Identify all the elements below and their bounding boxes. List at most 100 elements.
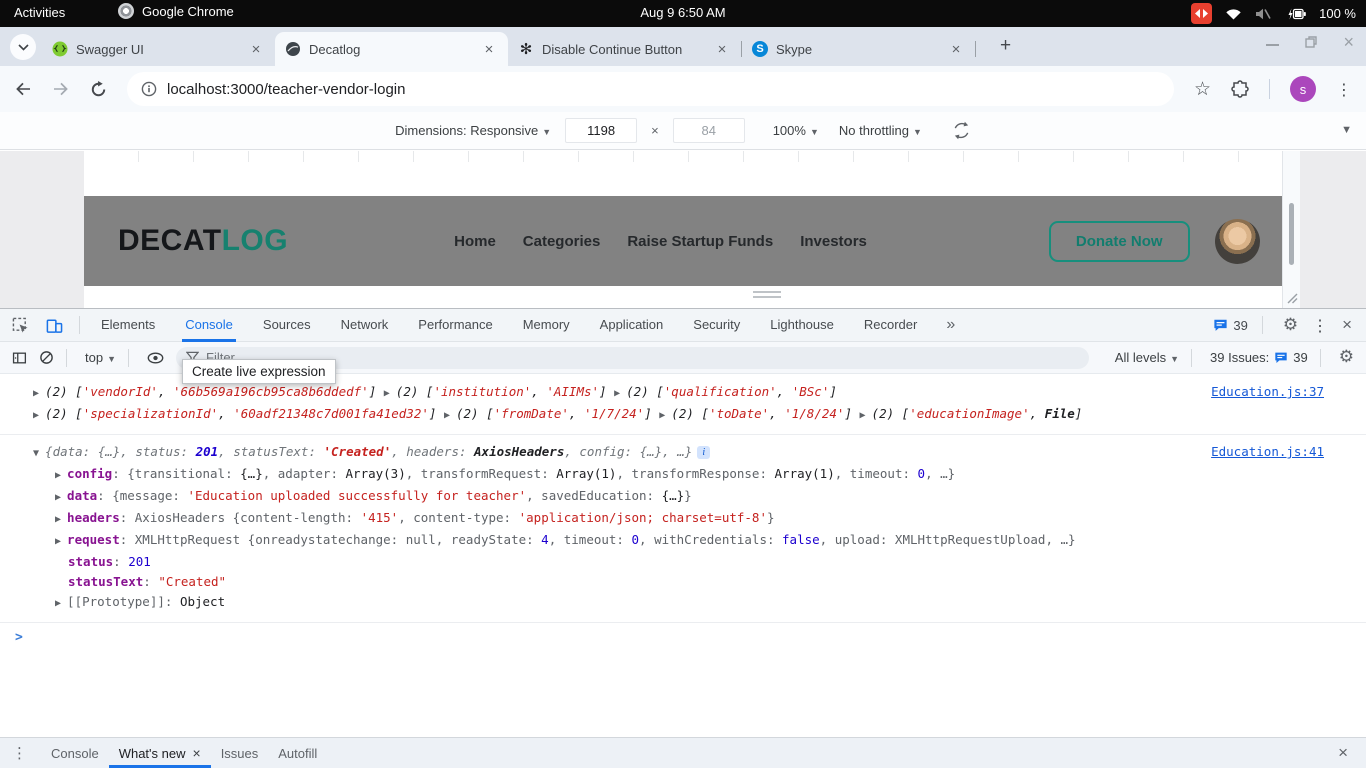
console-text: , withCredentials: <box>639 532 782 547</box>
issues-counter[interactable]: 39 Issues: 39 <box>1210 350 1308 365</box>
drawer-tab-close-button[interactable]: × <box>193 745 201 761</box>
clear-console-icon[interactable] <box>39 350 54 365</box>
dimensions-times-label: × <box>651 123 659 138</box>
console-text: false <box>782 532 820 547</box>
devtools-menu-kebab-icon[interactable]: ⋮ <box>1312 316 1328 335</box>
device-toolbar-overflow-button[interactable]: ▼ <box>1341 124 1352 136</box>
window-restore-button[interactable] <box>1305 36 1317 48</box>
viewport-scrollbar[interactable] <box>1282 151 1300 308</box>
devtools-tab-recorder[interactable]: Recorder <box>849 309 932 342</box>
devtools-close-icon[interactable]: × <box>1342 315 1352 335</box>
tab-search-button[interactable] <box>10 34 36 60</box>
tab-close-button[interactable]: × <box>480 41 498 58</box>
device-dimensions-select[interactable]: Dimensions: Responsive▼ <box>395 123 551 138</box>
expand-arrow-icon[interactable]: ▶ <box>384 388 396 399</box>
console-text: : AxiosHeaders {content-length: <box>120 510 361 525</box>
source-link[interactable]: Education.js:41 <box>1211 442 1324 462</box>
extensions-icon[interactable] <box>1231 80 1249 98</box>
drawer-close-icon[interactable]: × <box>1338 743 1354 763</box>
site-logo[interactable]: DECATLOG <box>118 224 288 258</box>
drawer-menu-kebab-icon[interactable]: ⋮ <box>12 744 27 762</box>
expand-arrow-icon[interactable]: ▶ <box>55 598 67 609</box>
window-minimize-button[interactable] <box>1266 38 1279 46</box>
browser-tab[interactable]: Swagger UI× <box>42 32 275 66</box>
expand-arrow-icon[interactable]: ▶ <box>659 410 671 421</box>
expand-arrow-icon[interactable]: ▼ <box>33 448 45 459</box>
site-info-icon[interactable] <box>141 81 157 97</box>
console-sidebar-toggle-icon[interactable] <box>12 351 27 365</box>
create-live-expression-icon[interactable] <box>147 352 164 364</box>
expand-arrow-icon[interactable]: ▶ <box>33 410 45 421</box>
viewport-corner-resize-icon[interactable] <box>1286 292 1298 304</box>
console-prompt-row[interactable]: > <box>0 622 1366 646</box>
expand-arrow-icon[interactable]: ▶ <box>33 388 45 399</box>
drawer-tab-what-s-new[interactable]: What's new× <box>109 738 211 768</box>
rotate-viewport-icon[interactable] <box>952 121 971 140</box>
source-link[interactable]: Education.js:37 <box>1211 382 1324 402</box>
browser-tab[interactable]: ✻Disable Continue Button× <box>508 32 741 66</box>
user-avatar[interactable] <box>1215 219 1260 264</box>
console-text: , upload: XMLHttpRequestUpload, …} <box>820 532 1076 547</box>
reload-button[interactable] <box>90 81 107 98</box>
screen-share-indicator-icon[interactable] <box>1191 3 1212 24</box>
nav-link-home[interactable]: Home <box>454 233 496 250</box>
console-text: '60adf21348c7d001fa41ed32' <box>233 406 429 421</box>
back-button[interactable] <box>14 81 32 97</box>
expand-arrow-icon[interactable]: ▶ <box>860 410 872 421</box>
expand-arrow-icon[interactable]: ▶ <box>55 514 67 525</box>
tab-close-button[interactable]: × <box>713 41 731 58</box>
nav-link-categories[interactable]: Categories <box>523 233 601 250</box>
devtools-tab-sources[interactable]: Sources <box>248 309 326 342</box>
more-tabs-button[interactable]: » <box>932 316 969 334</box>
clock[interactable]: Aug 9 6:50 AM <box>0 5 1366 20</box>
expand-arrow-icon[interactable]: ▶ <box>444 410 456 421</box>
donate-button[interactable]: Donate Now <box>1049 221 1190 262</box>
devtools-tab-performance[interactable]: Performance <box>403 309 507 342</box>
viewport-height-input[interactable]: 84 <box>673 118 745 143</box>
url-bar[interactable]: localhost:3000/teacher-vendor-login <box>127 72 1174 106</box>
bookmark-star-icon[interactable]: ☆ <box>1194 80 1211 98</box>
tab-title: Disable Continue Button <box>542 42 705 57</box>
console-text: [[Prototype]] <box>67 594 165 609</box>
browser-menu-kebab-icon[interactable]: ⋮ <box>1336 80 1352 99</box>
new-tab-button[interactable]: + <box>1000 36 1011 56</box>
expand-arrow-icon[interactable]: ▶ <box>55 536 67 547</box>
device-toolbar-toggle-icon[interactable] <box>45 317 63 334</box>
devtools-tab-memory[interactable]: Memory <box>508 309 585 342</box>
inspect-element-icon[interactable] <box>12 317 29 334</box>
expand-arrow-icon[interactable]: ▶ <box>614 388 626 399</box>
zoom-select[interactable]: 100%▼ <box>773 123 819 138</box>
drawer-tab-issues[interactable]: Issues <box>211 738 269 768</box>
drawer-tab-autofill[interactable]: Autofill <box>268 738 327 768</box>
profile-avatar[interactable]: s <box>1290 76 1316 102</box>
log-levels-select[interactable]: All levels▼ <box>1115 350 1179 365</box>
console-messages-badge[interactable]: 39 <box>1213 318 1247 333</box>
expand-arrow-icon[interactable]: ▶ <box>55 492 67 503</box>
nav-link-investors[interactable]: Investors <box>800 233 867 250</box>
drawer-tab-console[interactable]: Console <box>41 738 109 768</box>
expand-arrow-icon[interactable]: ▶ <box>55 470 67 481</box>
tab-close-button[interactable]: × <box>247 41 265 58</box>
forward-button[interactable] <box>52 81 70 97</box>
devtools-tab-lighthouse[interactable]: Lighthouse <box>755 309 849 342</box>
browser-tab[interactable]: Decatlog× <box>275 32 508 66</box>
browser-tab[interactable]: SSkype× <box>742 32 975 66</box>
throttling-select[interactable]: No throttling▼ <box>839 123 922 138</box>
nav-link-raise-startup-funds[interactable]: Raise Startup Funds <box>627 233 773 250</box>
scrollbar-thumb[interactable] <box>1289 203 1294 265</box>
viewport-width-input[interactable]: 1198 <box>565 118 637 143</box>
devtools-tab-console[interactable]: Console <box>170 309 248 342</box>
devtools-tab-elements[interactable]: Elements <box>86 309 170 342</box>
devtools-settings-icon[interactable]: ⚙ <box>1283 317 1298 334</box>
console-settings-icon[interactable]: ⚙ <box>1339 349 1354 366</box>
javascript-context-select[interactable]: top▼ <box>85 350 116 365</box>
viewport-resize-handle[interactable] <box>753 291 781 298</box>
console-text: {…} <box>662 488 685 503</box>
window-close-button[interactable]: × <box>1343 35 1354 49</box>
devtools-tabbar: ElementsConsoleSourcesNetworkPerformance… <box>0 309 1366 342</box>
devtools-tab-network[interactable]: Network <box>326 309 404 342</box>
viewport-ruler-ticks <box>84 151 1282 162</box>
devtools-tab-security[interactable]: Security <box>678 309 755 342</box>
tab-close-button[interactable]: × <box>947 41 965 58</box>
devtools-tab-application[interactable]: Application <box>585 309 679 342</box>
